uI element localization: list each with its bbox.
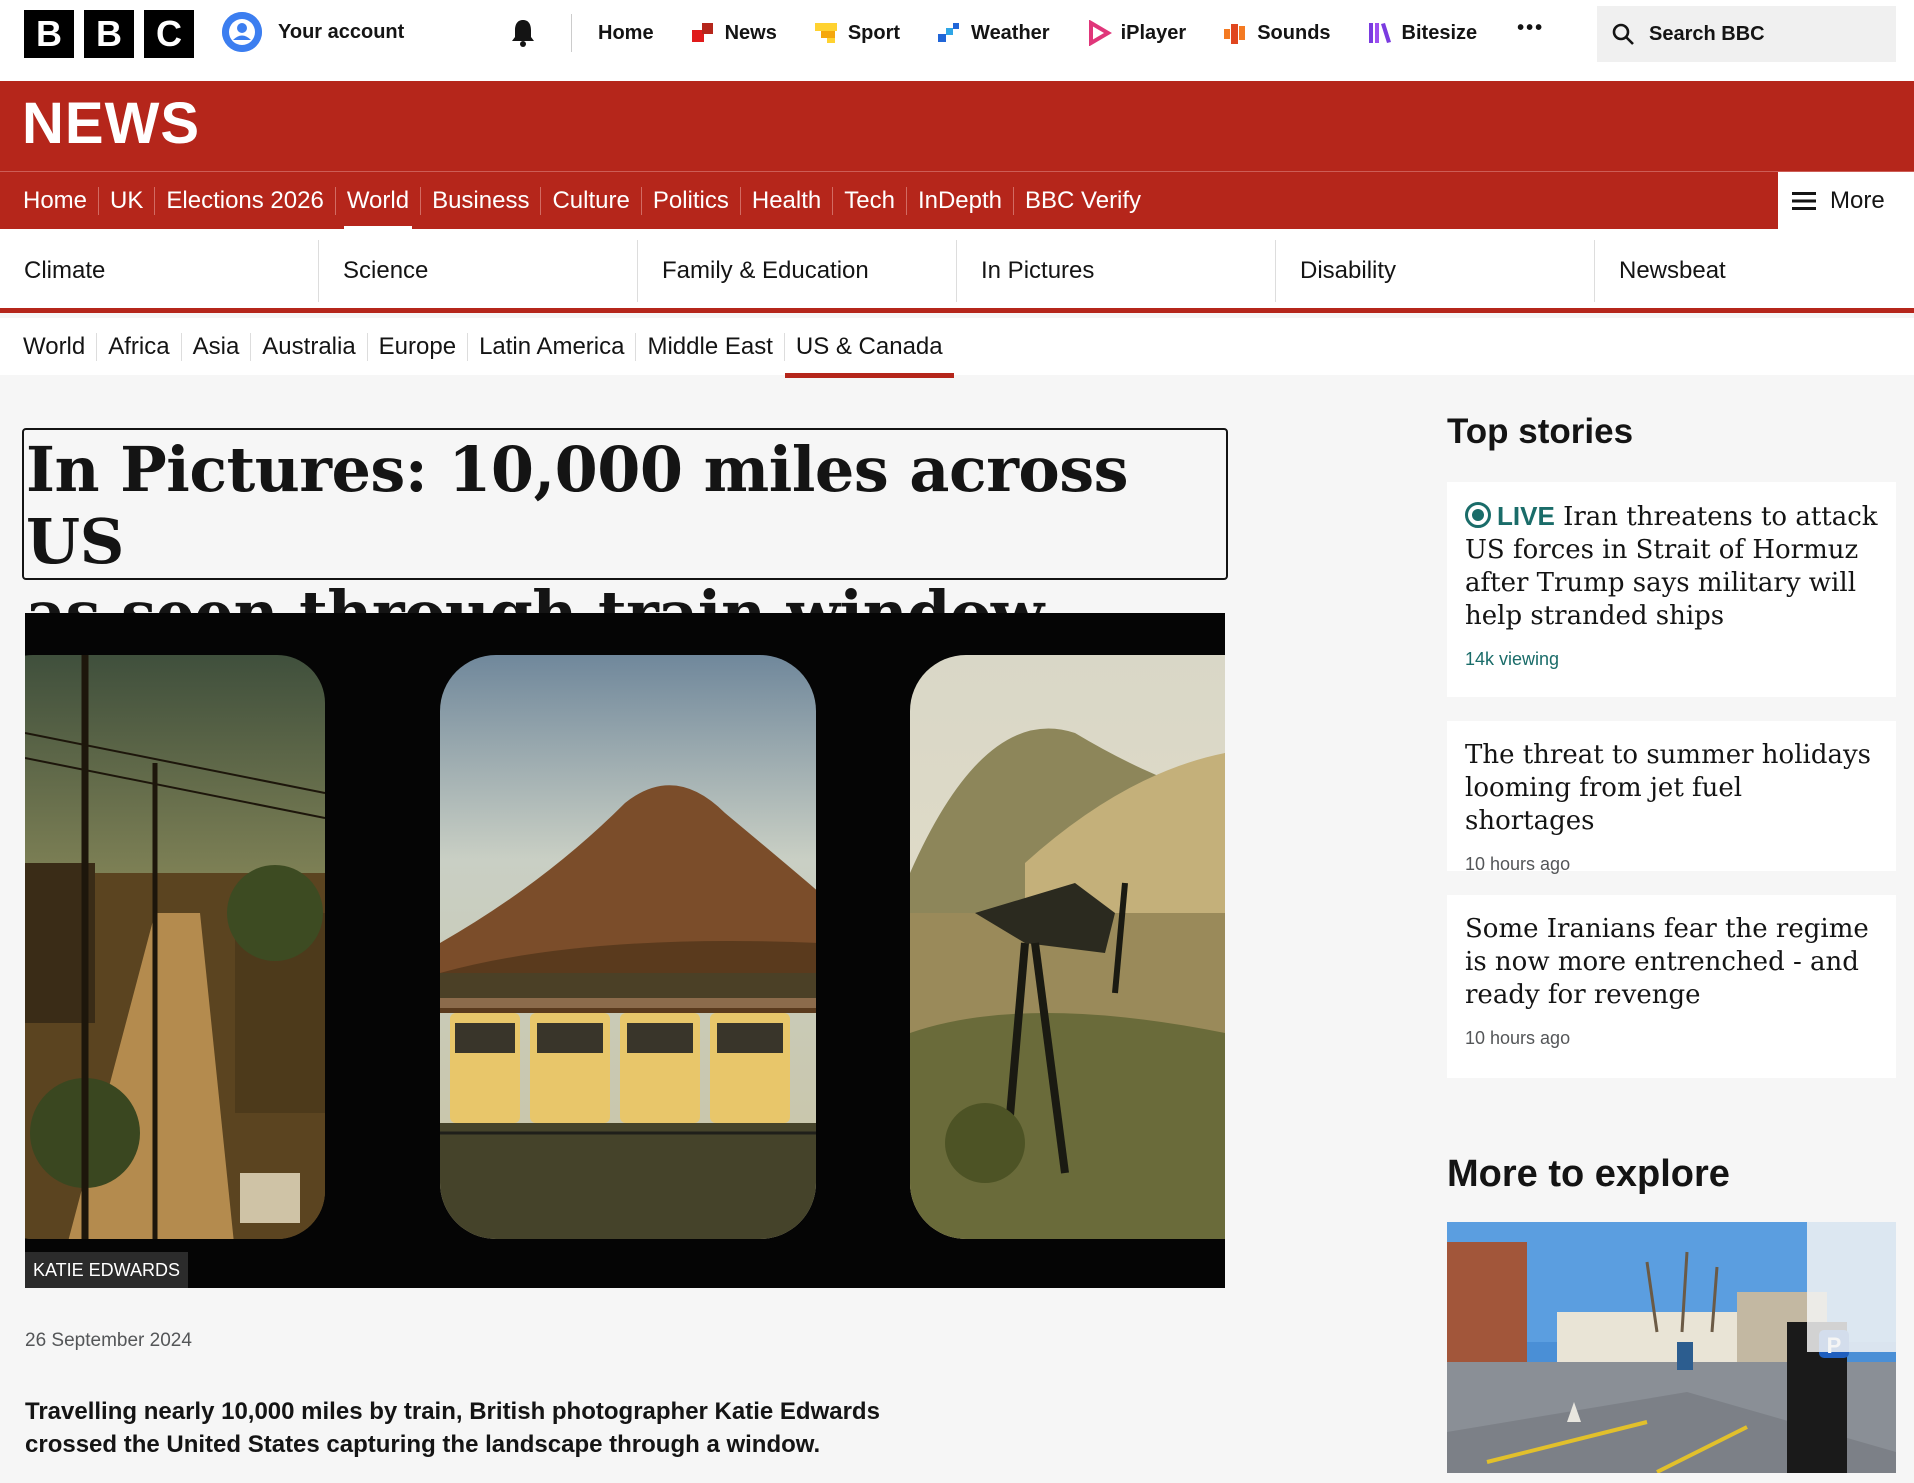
top-story-meta: 14k viewing — [1465, 649, 1560, 669]
global-nav-home[interactable]: Home — [580, 14, 672, 52]
section-nav-uk[interactable]: UK — [99, 186, 156, 215]
secondary-nav-disability[interactable]: Disability — [1276, 240, 1595, 302]
global-nav-weather[interactable]: Weather — [918, 14, 1068, 52]
image-credit: KATIE EDWARDS — [25, 1252, 189, 1288]
secondary-nav: Climate Science Family & Education In Pi… — [0, 229, 1914, 313]
live-badge: LIVE — [1465, 501, 1555, 531]
top-story-headline: LIVE Iran threatens to attack US forces … — [1465, 500, 1878, 633]
region-nav-australia[interactable]: Australia — [251, 332, 368, 361]
section-nav-bbc-verify[interactable]: BBC Verify — [1014, 187, 1152, 215]
top-story-meta: 10 hours ago — [1465, 1028, 1571, 1048]
explore-card-image[interactable]: P — [1447, 1222, 1896, 1473]
global-nav-label: Sounds — [1257, 21, 1331, 44]
region-nav-us-canada[interactable]: US & Canada — [784, 333, 954, 378]
global-nav-label: iPlayer — [1120, 21, 1187, 44]
top-story-card[interactable]: The threat to summer holidays looming fr… — [1447, 721, 1896, 874]
global-nav-sounds[interactable]: Sounds — [1204, 14, 1348, 52]
secondary-nav-climate[interactable]: Climate — [0, 240, 319, 302]
more-sections-button[interactable]: More — [1778, 172, 1914, 229]
secondary-nav-newsbeat[interactable]: Newsbeat — [1595, 240, 1914, 302]
global-nav-news[interactable]: News — [672, 14, 795, 52]
bbc-logo-letter: C — [144, 10, 194, 58]
top-story-card[interactable]: Some Iranians fear the regime is now mor… — [1447, 895, 1896, 1078]
live-icon — [1465, 502, 1491, 528]
sounds-icon — [1224, 24, 1246, 44]
global-nav-bitesize[interactable]: Bitesize — [1349, 14, 1496, 52]
live-label: LIVE — [1497, 501, 1555, 531]
search-icon — [1612, 23, 1634, 45]
bbc-logo[interactable]: B B C — [24, 10, 194, 58]
account-link[interactable]: Your account — [222, 12, 404, 52]
section-nav-home[interactable]: Home — [12, 186, 100, 215]
region-nav-middle-east[interactable]: Middle East — [636, 332, 785, 361]
section-nav-indepth[interactable]: InDepth — [907, 186, 1015, 215]
secondary-nav-in-pictures[interactable]: In Pictures — [957, 240, 1276, 302]
section-nav-health[interactable]: Health — [741, 186, 834, 215]
section-nav: Home UK Elections 2026 World Business Cu… — [12, 172, 1152, 230]
top-story-meta: 10 hours ago — [1465, 854, 1571, 874]
section-nav-world[interactable]: World — [336, 186, 422, 230]
bbc-logo-letter: B — [24, 10, 74, 58]
account-label: Your account — [278, 20, 405, 43]
sport-icon — [814, 23, 837, 43]
global-nav-label: Bitesize — [1401, 21, 1478, 44]
section-nav-culture[interactable]: Culture — [541, 186, 642, 215]
global-header: B B C Your account Home News Sport Weath… — [0, 0, 1914, 81]
account-icon — [222, 12, 262, 52]
region-nav-europe[interactable]: Europe — [368, 332, 469, 361]
news-logo[interactable]: NEWS — [22, 91, 200, 158]
bbc-logo-letter: B — [84, 10, 134, 58]
search-label: Search BBC — [1649, 22, 1765, 45]
article-date: 26 September 2024 — [25, 1330, 192, 1351]
region-nav-world[interactable]: World — [12, 332, 98, 361]
town-square-photo: P — [1447, 1222, 1896, 1473]
news-icon — [691, 23, 713, 42]
top-stories-heading: Top stories — [1447, 412, 1634, 451]
region-nav: World Africa Asia Australia Europe Latin… — [0, 318, 1914, 378]
top-story-card[interactable]: LIVE Iran threatens to attack US forces … — [1447, 482, 1896, 697]
news-header: NEWS Home UK Elections 2026 World Busine… — [0, 81, 1914, 230]
global-nav-label: Sport — [847, 21, 901, 44]
more-sections-label: More — [1830, 186, 1885, 214]
global-nav-label: Home — [598, 21, 654, 44]
global-nav: Home News Sport Weather iPlayer Sounds B… — [580, 14, 1566, 52]
section-nav-elections[interactable]: Elections 2026 — [155, 186, 336, 215]
top-story-title: Some Iranians fear the regime is now mor… — [1465, 914, 1869, 1010]
bitesize-icon — [1368, 23, 1391, 43]
section-nav-tech[interactable]: Tech — [833, 186, 907, 215]
region-nav-latin-america[interactable]: Latin America — [468, 332, 637, 361]
global-nav-sport[interactable]: Sport — [795, 14, 918, 52]
secondary-nav-science[interactable]: Science — [319, 240, 638, 302]
notifications-icon[interactable] — [506, 16, 540, 50]
article-summary: Travelling nearly 10,000 miles by train,… — [25, 1398, 880, 1458]
search-bar[interactable]: Search BBC — [1597, 6, 1896, 62]
global-nav-label: Weather — [971, 21, 1050, 44]
global-nav-iplayer[interactable]: iPlayer — [1068, 14, 1205, 52]
train-windows-photo — [25, 613, 1225, 1288]
article-headline-box: In Pictures: 10,000 miles across US as s… — [22, 428, 1228, 650]
section-nav-politics[interactable]: Politics — [642, 186, 741, 215]
global-nav-label: News — [724, 21, 777, 44]
iplayer-icon — [1088, 20, 1112, 46]
weather-icon — [938, 23, 960, 42]
section-nav-business[interactable]: Business — [421, 186, 542, 215]
secondary-nav-family-education[interactable]: Family & Education — [638, 240, 957, 302]
region-nav-asia[interactable]: Asia — [182, 332, 252, 361]
region-nav-africa[interactable]: Africa — [97, 332, 182, 361]
more-menu-icon[interactable]: ••• — [1495, 14, 1566, 52]
hero-image: KATIE EDWARDS — [25, 613, 1225, 1288]
nav-divider — [571, 14, 572, 52]
more-to-explore-heading: More to explore — [1447, 1153, 1730, 1195]
hamburger-menu-icon — [1792, 191, 1816, 210]
top-story-title: The threat to summer holidays looming fr… — [1465, 740, 1872, 836]
headline-line: In Pictures: 10,000 miles across US — [26, 433, 1129, 578]
